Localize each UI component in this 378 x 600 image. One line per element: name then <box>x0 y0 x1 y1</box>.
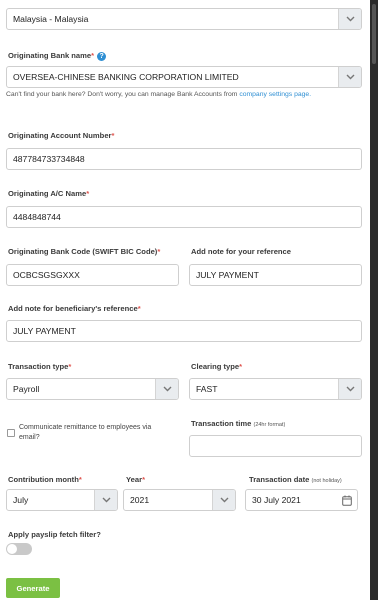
ac-name-label-text: Originating A/C Name <box>8 189 87 198</box>
transaction-time-label-text: Transaction time <box>191 419 252 428</box>
required-marker: * <box>68 362 72 371</box>
required-marker: * <box>91 51 95 60</box>
required-marker: * <box>111 131 115 140</box>
year-label-text: Year <box>126 475 143 484</box>
chevron-down-icon <box>338 9 361 29</box>
required-marker: * <box>137 304 141 313</box>
account-number-label-text: Originating Account Number <box>8 131 112 140</box>
transaction-time-format: (24hr format) <box>253 422 286 428</box>
required-marker: * <box>86 189 90 198</box>
calendar-icon[interactable] <box>342 495 352 506</box>
required-marker: * <box>157 247 161 256</box>
payslip-filter-label: Apply payslip fetch filter? <box>8 530 101 539</box>
clearing-type-select[interactable]: FAST <box>189 378 362 400</box>
transaction-time-input[interactable] <box>189 435 362 457</box>
required-marker: * <box>142 475 146 484</box>
originating-bank-select[interactable]: OVERSEA-CHINESE BANKING CORPORATION LIMI… <box>6 66 362 88</box>
generate-button[interactable]: Generate <box>6 578 60 598</box>
chevron-down-icon <box>212 490 235 510</box>
transaction-time-label: Transaction time (24hr format) <box>191 419 285 428</box>
bank-code-label-text: Originating Bank Code (SWIFT BIC Code) <box>8 247 158 256</box>
transaction-date-note: (not holiday) <box>311 478 342 484</box>
country-select[interactable]: Malaysia - Malaysia <box>6 8 362 30</box>
ac-name-input[interactable]: 4484848744 <box>6 206 362 228</box>
payslip-filter-toggle[interactable] <box>6 543 32 555</box>
ac-name-label: Originating A/C Name* <box>8 189 89 198</box>
transaction-date-label: Transaction date (not holiday) <box>249 475 342 484</box>
clearing-type-label: Clearing type* <box>191 362 242 371</box>
contribution-month-label-text: Contribution month <box>8 475 79 484</box>
ac-name-value: 4484848744 <box>13 212 61 222</box>
transaction-type-value: Payroll <box>13 384 40 394</box>
scrollbar[interactable] <box>370 0 378 600</box>
chevron-down-icon <box>155 379 178 399</box>
account-number-value: 487784733734848 <box>13 154 85 164</box>
clearing-type-value: FAST <box>196 384 218 394</box>
year-label: Year* <box>126 475 145 484</box>
company-settings-link[interactable]: company settings page. <box>239 91 311 98</box>
year-select[interactable]: 2021 <box>123 489 236 511</box>
transaction-date-input[interactable]: 30 July 2021 <box>245 489 358 511</box>
chevron-down-icon <box>338 379 361 399</box>
transaction-date-label-text: Transaction date <box>249 475 310 484</box>
originating-bank-label: Originating Bank name*? <box>8 51 107 61</box>
chevron-down-icon <box>338 67 361 87</box>
contribution-month-label: Contribution month* <box>8 475 82 484</box>
note-beneficiary-label: Add note for beneficiary's reference* <box>8 304 141 313</box>
communicate-checkbox[interactable] <box>7 429 15 437</box>
account-number-input[interactable]: 487784733734848 <box>6 148 362 170</box>
contribution-month-value: July <box>13 495 29 505</box>
help-icon[interactable]: ? <box>97 51 107 61</box>
scrollbar-thumb[interactable] <box>372 4 376 64</box>
required-marker: * <box>239 362 243 371</box>
contribution-month-select[interactable]: July <box>6 489 118 511</box>
transaction-type-select[interactable]: Payroll <box>6 378 179 400</box>
transaction-type-label-text: Transaction type <box>8 362 69 371</box>
transaction-type-label: Transaction type* <box>8 362 71 371</box>
note-reference-label: Add note for your reference <box>191 247 292 256</box>
note-beneficiary-value: JULY PAYMENT <box>13 326 76 336</box>
toggle-knob <box>7 544 17 554</box>
note-reference-value: JULY PAYMENT <box>196 270 259 280</box>
clearing-type-label-text: Clearing type <box>191 362 240 371</box>
year-value: 2021 <box>130 495 150 505</box>
note-beneficiary-input[interactable]: JULY PAYMENT <box>6 320 362 342</box>
originating-bank-label-text: Originating Bank name <box>8 51 92 60</box>
bank-hint-text: Can't find your bank here? Don't worry, … <box>6 91 238 98</box>
payment-form: Malaysia - Malaysia Originating Bank nam… <box>0 0 370 600</box>
chevron-down-icon <box>94 490 117 510</box>
note-beneficiary-label-text: Add note for beneficiary's reference <box>8 304 138 313</box>
bank-code-label: Originating Bank Code (SWIFT BIC Code)* <box>8 247 160 256</box>
originating-bank-value: OVERSEA-CHINESE BANKING CORPORATION LIMI… <box>13 72 239 82</box>
bank-code-input[interactable]: OCBCSGSGXXX <box>6 264 179 286</box>
account-number-label: Originating Account Number* <box>8 131 114 140</box>
country-select-value: Malaysia - Malaysia <box>13 14 89 24</box>
note-reference-input[interactable]: JULY PAYMENT <box>189 264 362 286</box>
bank-code-value: OCBCSGSGXXX <box>13 270 80 280</box>
transaction-date-value: 30 July 2021 <box>252 495 301 505</box>
required-marker: * <box>78 475 82 484</box>
bank-hint: Can't find your bank here? Don't worry, … <box>6 90 356 100</box>
communicate-label: Communicate remittance to employees via … <box>19 424 152 441</box>
